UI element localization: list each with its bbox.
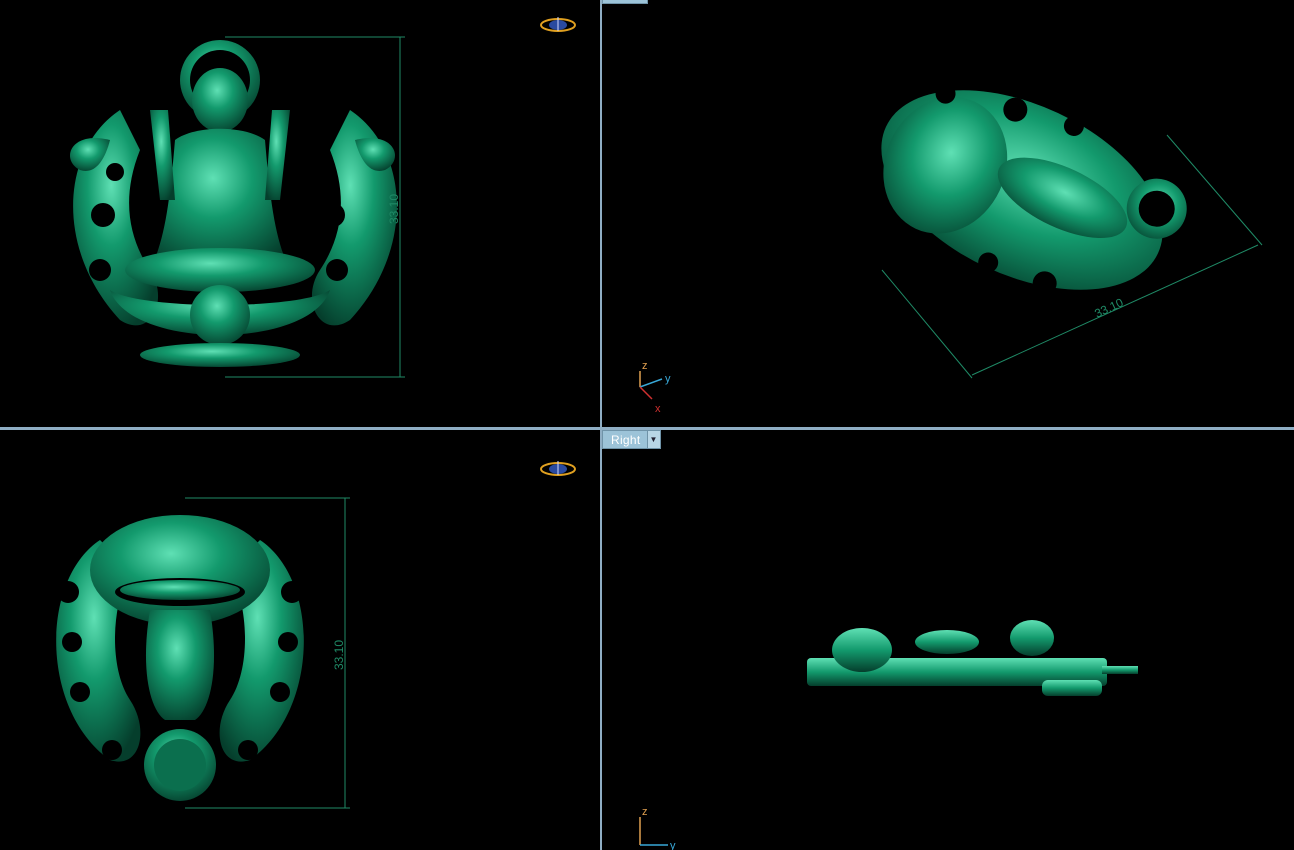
viewport-top-left[interactable]: 33.10 (0, 0, 600, 427)
view-cube-icon[interactable] (540, 17, 576, 32)
axis-z-label: z (642, 806, 648, 818)
axis-z-label: z (642, 360, 648, 372)
dimension-label: 33.10 (332, 640, 346, 670)
dimension-label: 33.10 (387, 194, 401, 224)
viewport-bottom-left[interactable]: 33.10 (0, 430, 600, 850)
axis-gizmo: z y x (639, 360, 671, 415)
axis-y-label: y (665, 373, 671, 385)
model-perspective-view (881, 83, 1187, 296)
model-front-view (70, 40, 397, 367)
axis-y-label: y (670, 840, 676, 850)
axis-gizmo: z y (639, 806, 676, 850)
view-cube-icon[interactable] (540, 461, 576, 476)
viewport-top-right[interactable]: 33.10 z y x (602, 0, 1294, 427)
axis-x-label: x (655, 403, 661, 415)
dimension-label: 33.10 (1092, 295, 1125, 321)
model-side-view (807, 620, 1138, 696)
model-back-view (56, 515, 304, 801)
viewport-bottom-right[interactable]: Right ▼ z y (602, 430, 1294, 850)
